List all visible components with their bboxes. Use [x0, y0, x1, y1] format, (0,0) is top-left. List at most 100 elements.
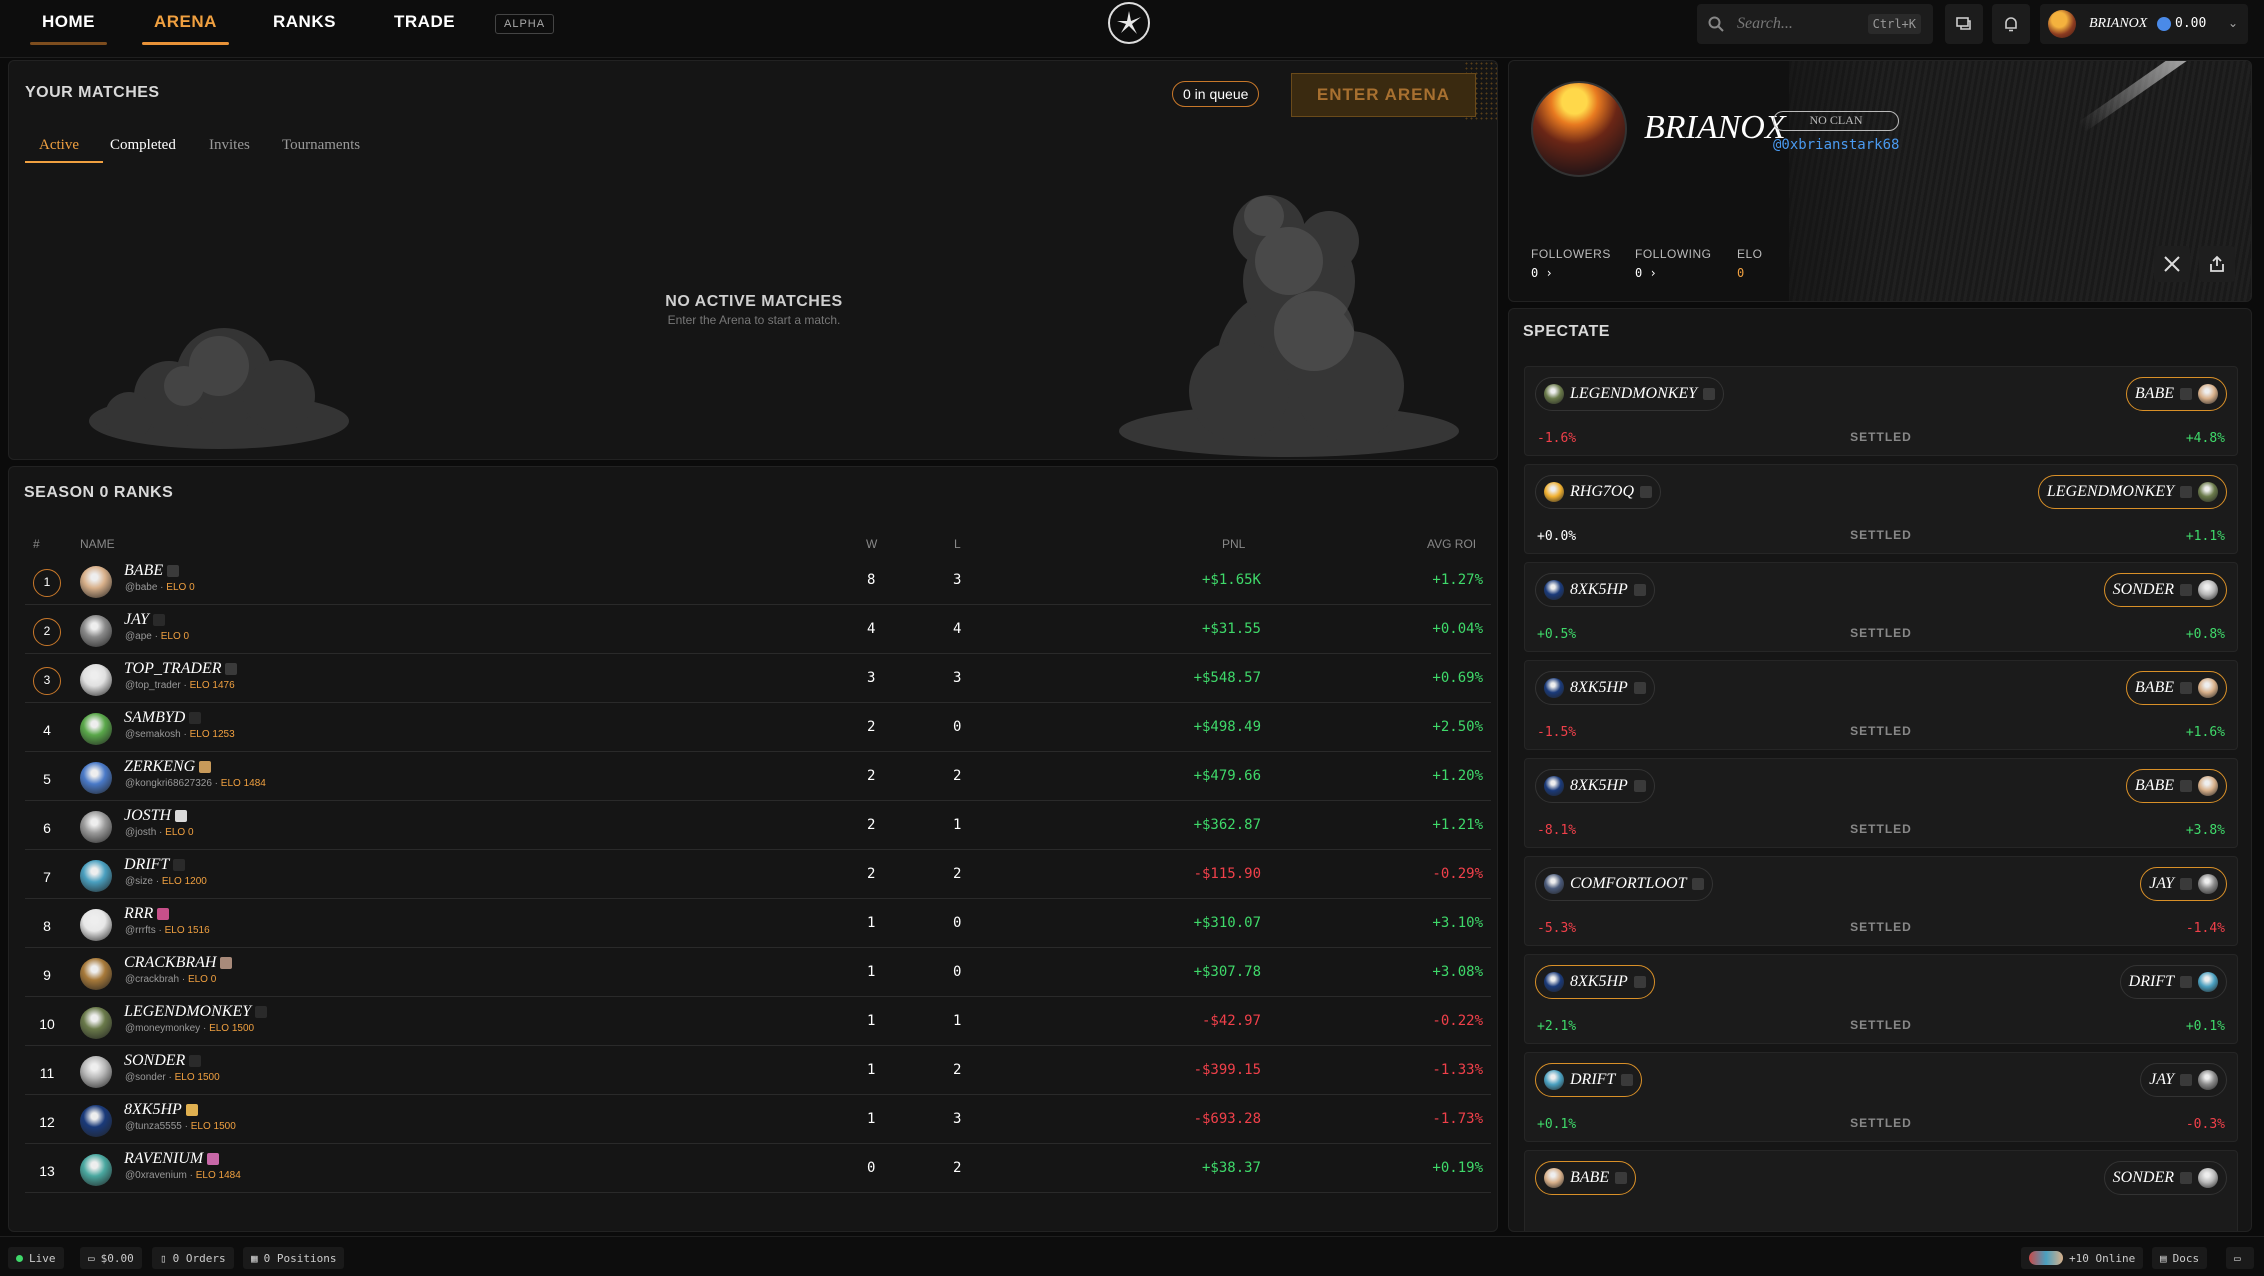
player-pill-left[interactable]: COMFORTLOOT	[1535, 867, 1714, 901]
avatar[interactable]	[80, 566, 112, 598]
table-row[interactable]: 13 RAVENIUM @0xravenium · ELO 1484 0 2 +$38.3…	[25, 1145, 1491, 1193]
avatar[interactable]	[80, 664, 112, 696]
spectate-match-card[interactable]: 8XK5HP BABE -1.5% SETTLED +1.6%	[1524, 660, 2238, 750]
notifications-button[interactable]	[1992, 4, 2030, 44]
player-name[interactable]: 8XK5HP	[124, 1101, 198, 1119]
player-pill-left[interactable]: DRIFT	[1535, 1063, 1643, 1097]
player-pill-right[interactable]: BABE	[2125, 377, 2227, 411]
nav-tab-trade[interactable]: TRADE	[394, 12, 455, 32]
table-row[interactable]: 3 TOP_TRADER @top_trader · ELO 1476 3 3 +$548…	[25, 655, 1491, 703]
profile-avatar[interactable]	[1531, 81, 1627, 177]
player-name[interactable]: BABE	[124, 562, 180, 580]
docs-button[interactable]: ▤ Docs	[2152, 1247, 2208, 1269]
spectate-match-card[interactable]: DRIFT JAY +0.1% SETTLED -0.3%	[1524, 1052, 2238, 1142]
table-row[interactable]: 6 JOSTH @josth · ELO 0 2 1 +$362.87 +1.21%	[25, 802, 1491, 850]
player-pill-right[interactable]: JAY	[2140, 867, 2227, 901]
profile-handle[interactable]: @0xbrianstark68	[1773, 137, 1899, 153]
losses: 3	[953, 670, 962, 686]
table-row[interactable]: 8 RRR @rrrfts · ELO 1516 1 0 +$310.07 +3.10%	[25, 900, 1491, 948]
table-row[interactable]: 10 LEGENDMONKEY @moneymonkey · ELO 1500 1 1 -…	[25, 998, 1491, 1046]
spectate-match-card[interactable]: 8XK5HP DRIFT +2.1% SETTLED +0.1%	[1524, 954, 2238, 1044]
player-pill-left[interactable]: 8XK5HP	[1535, 769, 1655, 803]
avatar[interactable]	[80, 1154, 112, 1186]
search-input[interactable]: Search... Ctrl+K	[1697, 4, 1933, 44]
avatar[interactable]	[80, 1105, 112, 1137]
spectate-match-card[interactable]: BABE SONDER	[1524, 1150, 2238, 1231]
spectate-match-card[interactable]: COMFORTLOOT JAY -5.3% SETTLED -1.4%	[1524, 856, 2238, 946]
roi-value: +0.19%	[1432, 1160, 1483, 1176]
player-pill-right[interactable]: BABE	[2125, 671, 2227, 705]
avatar[interactable]	[80, 615, 112, 647]
player-pill-right[interactable]: SONDER	[2103, 573, 2227, 607]
avatar[interactable]	[80, 762, 112, 794]
tab-tournaments[interactable]: Tournaments	[282, 137, 360, 154]
player-pill-left[interactable]: 8XK5HP	[1535, 671, 1655, 705]
player-pill-left[interactable]: 8XK5HP	[1535, 965, 1655, 999]
player-name[interactable]: RRR	[124, 905, 170, 923]
spectate-match-card[interactable]: 8XK5HP SONDER +0.5% SETTLED +0.8%	[1524, 562, 2238, 652]
avatar[interactable]	[80, 860, 112, 892]
player-name[interactable]: CRACKBRAH	[124, 954, 233, 972]
player-name[interactable]: LEGENDMONKEY	[124, 1003, 268, 1021]
player-name[interactable]: DRIFT	[124, 856, 186, 874]
right-return: -1.4%	[2185, 921, 2225, 936]
player-name[interactable]: JOSTH	[124, 807, 188, 825]
online-users[interactable]: +10 Online	[2021, 1247, 2144, 1269]
spectate-match-card[interactable]: RHG7OQ LEGENDMONKEY +0.0% SETTLED +1.1%	[1524, 464, 2238, 554]
player-pill-left[interactable]: LEGENDMONKEY	[1535, 377, 1725, 411]
clan-badge[interactable]: NO CLAN	[1773, 111, 1899, 131]
positions-button[interactable]: ▦ 0 Positions	[243, 1247, 345, 1269]
player-name[interactable]: SONDER	[124, 1052, 202, 1070]
panel-toggle-button[interactable]: ▭	[2226, 1247, 2254, 1269]
orders-button[interactable]: ▯ 0 Orders	[152, 1247, 234, 1269]
tab-completed[interactable]: Completed	[110, 137, 176, 154]
wins: 3	[867, 670, 876, 686]
match-status: SETTLED	[1850, 822, 1912, 836]
table-row[interactable]: 5 ZERKENG @kongkri68627326 · ELO 1484 2 2 +$4…	[25, 753, 1491, 801]
avatar[interactable]	[80, 958, 112, 990]
enter-arena-button[interactable]: ENTER ARENA	[1291, 73, 1476, 117]
share-button[interactable]	[2199, 246, 2235, 282]
user-menu[interactable]: BRIANOX 0.00 ⌄	[2040, 4, 2248, 44]
spectate-match-card[interactable]: 8XK5HP BABE -8.1% SETTLED +3.8%	[1524, 758, 2238, 848]
tab-active[interactable]: Active	[39, 137, 79, 154]
player-pill-right[interactable]: SONDER	[2103, 1161, 2227, 1195]
avatar[interactable]	[80, 1056, 112, 1088]
table-row[interactable]: 9 CRACKBRAH @crackbrah · ELO 0 1 0 +$307.78 +3…	[25, 949, 1491, 997]
player-pill-left[interactable]: RHG7OQ	[1535, 475, 1661, 509]
nav-tab-home[interactable]: HOME	[30, 12, 107, 45]
table-row[interactable]: 2 JAY @ape · ELO 0 4 4 +$31.55 +0.04%	[25, 606, 1491, 654]
player-name[interactable]: ZERKENG	[124, 758, 212, 776]
table-row[interactable]: 7 DRIFT @size · ELO 1200 2 2 -$115.90 -0.29%	[25, 851, 1491, 899]
nav-tab-ranks[interactable]: RANKS	[273, 12, 336, 32]
player-pill-right[interactable]: LEGENDMONKEY	[2037, 475, 2227, 509]
avatar[interactable]	[80, 1007, 112, 1039]
spectate-match-card[interactable]: LEGENDMONKEY BABE -1.6% SETTLED +4.8%	[1524, 366, 2238, 456]
avatar[interactable]	[80, 909, 112, 941]
player-pill-right[interactable]: BABE	[2125, 769, 2227, 803]
tab-invites[interactable]: Invites	[209, 137, 250, 154]
badge-icon	[1633, 780, 1646, 792]
avatar[interactable]	[80, 811, 112, 843]
player-pill-left[interactable]: BABE	[1535, 1161, 1637, 1195]
player-name[interactable]: RAVENIUM	[124, 1150, 220, 1168]
player-pill-left[interactable]: 8XK5HP	[1535, 573, 1655, 607]
table-row[interactable]: 11 SONDER @sonder · ELO 1500 1 2 -$399.15 -1.3…	[25, 1047, 1491, 1095]
player-pill-right[interactable]: JAY	[2140, 1063, 2227, 1097]
logo-star-icon[interactable]	[1108, 2, 1150, 44]
table-row[interactable]: 1 BABE @babe · ELO 0 8 3 +$1.65K +1.27%	[25, 557, 1491, 605]
player-name[interactable]: TOP_TRADER	[124, 660, 238, 678]
table-row[interactable]: 12 8XK5HP @tunza5555 · ELO 1500 1 3 -$693.28 -…	[25, 1096, 1491, 1144]
roi-value: +1.20%	[1432, 768, 1483, 784]
messages-button[interactable]	[1945, 4, 1983, 44]
player-pill-right[interactable]: DRIFT	[2119, 965, 2227, 999]
player-name[interactable]: SAMBYD	[124, 709, 202, 727]
following-count[interactable]: 0 ›	[1635, 266, 1657, 280]
followers-count[interactable]: 0 ›	[1531, 266, 1553, 280]
x-profile-button[interactable]	[2154, 246, 2190, 282]
table-row[interactable]: 4 SAMBYD @semakosh · ELO 1253 2 0 +$498.49 +2.…	[25, 704, 1491, 752]
avatar[interactable]	[80, 713, 112, 745]
cash-balance[interactable]: ▭ $0.00	[80, 1247, 142, 1269]
nav-tab-arena[interactable]: ARENA	[142, 12, 229, 45]
player-name[interactable]: JAY	[124, 611, 165, 629]
